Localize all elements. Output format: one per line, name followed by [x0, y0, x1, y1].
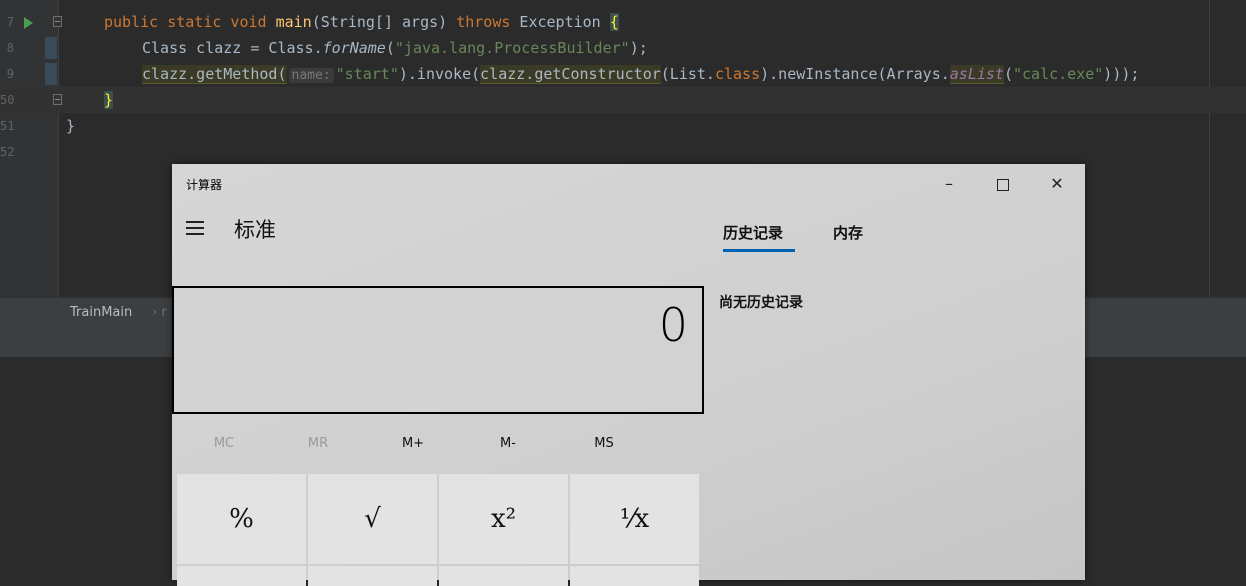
- display-value: 0: [658, 298, 688, 352]
- statement: Class clazz = Class.forName("java.lang.P…: [142, 39, 648, 57]
- memory-recall-button[interactable]: MR: [293, 436, 343, 451]
- line-number: 50: [0, 93, 15, 107]
- breadcrumb-separator: › r: [152, 305, 167, 320]
- breadcrumb-item[interactable]: TrainMain: [70, 305, 132, 320]
- statement: clazz.getMethod(name: "start").invoke(cla…: [142, 65, 1140, 84]
- maximize-button[interactable]: [981, 170, 1025, 198]
- menu-icon[interactable]: [186, 221, 204, 239]
- memory-subtract-button[interactable]: M-: [483, 436, 533, 451]
- minimize-icon: –: [945, 174, 953, 193]
- square-button[interactable]: x²: [439, 474, 568, 564]
- key-row2[interactable]: [570, 566, 699, 586]
- calculator-mode-title: 标准: [234, 218, 276, 242]
- tab-memory[interactable]: 内存: [833, 222, 863, 243]
- line-number: 9: [6, 67, 14, 81]
- memory-clear-button[interactable]: MC: [199, 436, 249, 451]
- closing-brace: }: [66, 117, 76, 135]
- key-row2[interactable]: [177, 566, 306, 586]
- closing-brace: }: [104, 91, 114, 109]
- fold-icon[interactable]: [53, 94, 62, 105]
- square-root-button[interactable]: √: [308, 474, 437, 564]
- code-line[interactable]: 50 }: [0, 87, 1246, 113]
- memory-store-button[interactable]: MS: [579, 436, 629, 451]
- code-line[interactable]: 52: [0, 139, 1246, 165]
- method-declaration: public static void main(String[] args) t…: [104, 13, 619, 31]
- close-icon: ✕: [1050, 174, 1064, 193]
- code-line[interactable]: 8 Class clazz = Class.forName("java.lang…: [0, 35, 1246, 61]
- calculator-window: 计算器 – ✕ 标准 0 MC MR M+ M- MS % √ x² ⅟x 历史…: [172, 164, 1085, 586]
- minimize-button[interactable]: –: [927, 170, 971, 198]
- close-button[interactable]: ✕: [1035, 170, 1079, 198]
- maximize-icon: [997, 178, 1009, 191]
- tab-history[interactable]: 历史记录: [723, 222, 783, 243]
- line-number: 8: [6, 41, 14, 55]
- code-line[interactable]: 9 clazz.getMethod(name: "start").invoke(c…: [0, 61, 1246, 87]
- change-marker: [45, 37, 57, 59]
- parameter-hint: name:: [288, 68, 334, 83]
- empty-history-message: 尚无历史记录: [719, 295, 803, 311]
- memory-add-button[interactable]: M+: [388, 436, 438, 451]
- result-display: 0: [172, 286, 704, 414]
- key-row2[interactable]: [308, 566, 437, 586]
- active-tab-indicator: [723, 249, 795, 252]
- change-marker: [45, 63, 57, 85]
- percent-button[interactable]: %: [177, 474, 306, 564]
- fold-icon[interactable]: [53, 16, 62, 27]
- code-line[interactable]: 7 public static void main(String[] args)…: [0, 9, 1246, 35]
- reciprocal-button[interactable]: ⅟x: [570, 474, 699, 564]
- line-number: 51: [0, 119, 15, 133]
- run-icon[interactable]: [24, 17, 33, 29]
- line-number: 52: [0, 145, 15, 159]
- code-line[interactable]: 51 }: [0, 113, 1246, 139]
- line-number: 7: [6, 15, 14, 29]
- window-title: 计算器: [186, 178, 223, 192]
- key-row2[interactable]: [439, 566, 568, 586]
